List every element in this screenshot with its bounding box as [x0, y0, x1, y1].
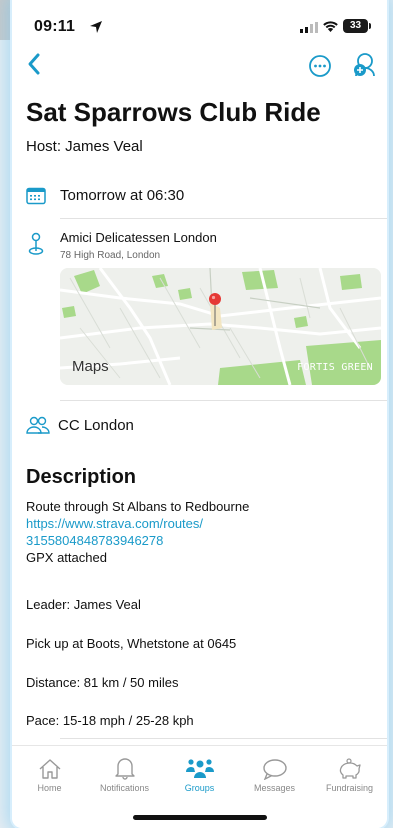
tab-home[interactable]: Home [12, 746, 87, 793]
description-line: GPX attached [26, 550, 107, 565]
home-indicator[interactable] [133, 815, 267, 820]
leader-text: Leader: James Veal [26, 597, 141, 612]
tab-label: Fundraising [325, 783, 374, 793]
divider [60, 400, 387, 401]
tab-notifications[interactable]: Notifications [87, 746, 162, 793]
tab-label: Notifications [99, 783, 150, 793]
back-chevron-icon[interactable] [26, 52, 42, 76]
event-host: Host: James Veal [26, 138, 143, 155]
club-name[interactable]: CC London [58, 417, 134, 434]
tab-label: Messages [253, 783, 296, 793]
venue-name: Amici Delicatessen London [60, 230, 217, 245]
event-title: Sat Sparrows Club Ride [26, 97, 321, 127]
more-options-icon[interactable] [308, 54, 332, 78]
venue-address: 78 High Road, London [60, 250, 161, 261]
group-people-icon [26, 416, 50, 434]
phone-screen: 09:11 33 Sat Sparrows Club Ride Host: Ja… [12, 0, 387, 828]
tab-messages[interactable]: Messages [237, 746, 312, 793]
home-icon [39, 759, 60, 779]
divider [60, 218, 387, 219]
signal-icon [300, 22, 318, 33]
piggy-bank-icon [339, 758, 361, 779]
chat-bubble-icon [262, 759, 287, 780]
route-link-part2[interactable]: 3155804848783946278 [26, 533, 163, 548]
battery-indicator: 33 [343, 19, 371, 33]
map-place-label: FORTIS GREEN [297, 362, 373, 373]
add-attendee-icon[interactable] [352, 52, 380, 78]
tab-fundraising[interactable]: Fundraising [312, 746, 387, 793]
groups-icon [185, 759, 214, 778]
description-heading: Description [26, 466, 137, 488]
location-map[interactable]: Maps FORTIS GREEN [60, 268, 381, 385]
location-pin-icon [28, 232, 44, 255]
bell-icon [114, 758, 135, 780]
pace-text: Pace: 15-18 mph / 25-28 kph [26, 713, 194, 728]
status-bar: 09:11 33 [12, 0, 387, 44]
pickup-text: Pick up at Boots, Whetstone at 0645 [26, 636, 237, 651]
route-link-part1[interactable]: https://www.strava.com/routes/ [26, 516, 203, 531]
wifi-icon [323, 21, 338, 32]
background-strip [0, 0, 12, 40]
route-link[interactable]: https://www.strava.com/routes/3155804848… [26, 516, 203, 548]
status-time: 09:11 [34, 18, 76, 35]
divider [60, 738, 387, 739]
description-body: Route through St Albans to Redbourne htt… [26, 498, 249, 566]
tab-label: Groups [184, 783, 215, 793]
tab-groups[interactable]: Groups [162, 746, 237, 793]
navigation-bar [12, 52, 387, 82]
distance-text: Distance: 81 km / 50 miles [26, 675, 179, 690]
apple-maps-attribution: Maps [72, 358, 109, 375]
calendar-icon [26, 187, 46, 205]
location-arrow-icon [90, 21, 102, 33]
maps-attribution-text: Maps [72, 358, 109, 375]
description-line: Route through St Albans to Redbourne [26, 499, 250, 514]
tab-label: Home [37, 783, 62, 793]
event-date: Tomorrow at 06:30 [60, 187, 185, 204]
